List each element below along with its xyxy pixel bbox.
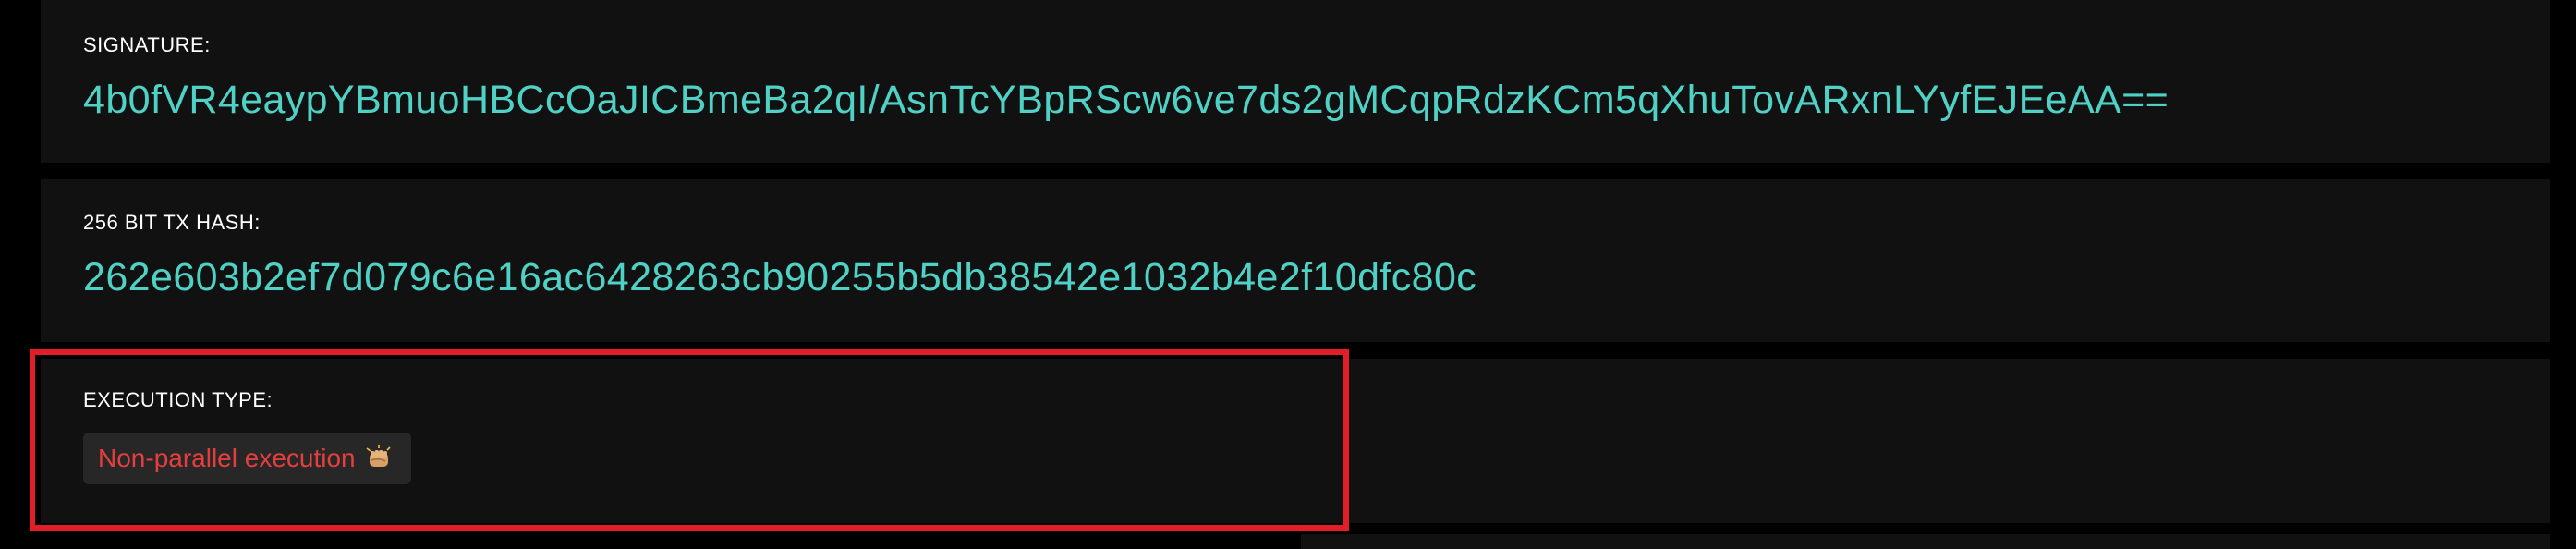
next-card-partial [1301, 534, 2550, 549]
execution-type-card [41, 359, 2550, 523]
tx-hash-value[interactable]: 262e603b2ef7d079c6e16ac6428263cb90255b5d… [83, 255, 1476, 300]
signature-label: SIGNATURE: [83, 33, 211, 56]
execution-type-label: EXECUTION TYPE: [83, 388, 273, 411]
fist-icon [365, 445, 393, 472]
signature-value[interactable]: 4b0fVR4eaypYBmuoHBCcOaJICBmeBa2qI/AsnTcY… [83, 78, 2169, 123]
execution-type-badge: Non-parallel execution [83, 433, 411, 484]
transaction-details-page: SIGNATURE: 4b0fVR4eaypYBmuoHBCcOaJICBmeB… [0, 0, 2576, 549]
execution-type-badge-text: Non-parallel execution [98, 444, 356, 472]
tx-hash-label: 256 BIT TX HASH: [83, 211, 261, 234]
